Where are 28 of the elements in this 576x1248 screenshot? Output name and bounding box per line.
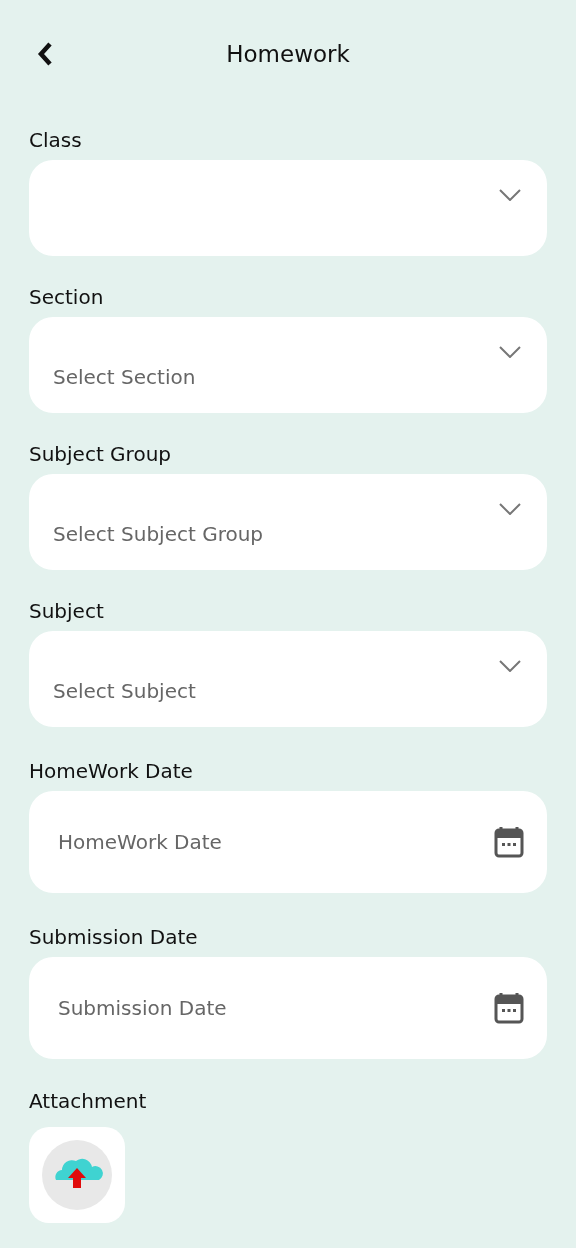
placeholder-text: Submission Date [58, 996, 227, 1020]
chevron-down-icon [499, 660, 521, 672]
chevron-down-icon [499, 189, 521, 201]
field-label: Section [29, 285, 105, 309]
dropdown-field[interactable]: Select Subject [29, 631, 547, 727]
dropdown-field[interactable]: Select Section [29, 317, 547, 413]
field-label: HomeWork Date [29, 759, 194, 783]
calendar-icon [494, 826, 524, 858]
field-label: Class [29, 128, 83, 152]
dropdown-field[interactable]: Select Subject Group [29, 474, 547, 570]
field-label: Submission Date [29, 925, 199, 949]
placeholder-text: Select Subject [53, 679, 196, 703]
field-label: Subject [29, 599, 105, 623]
cloud-upload-icon [42, 1140, 112, 1210]
upload-button[interactable] [29, 1127, 125, 1223]
page-title: Homework [226, 40, 350, 68]
date-field[interactable]: Submission Date [29, 957, 547, 1059]
dropdown-field[interactable] [29, 160, 547, 256]
chevron-down-icon [499, 346, 521, 358]
field-label: Subject Group [29, 442, 172, 466]
field-label: Attachment [29, 1089, 148, 1113]
chevron-down-icon [499, 503, 521, 515]
placeholder-text: HomeWork Date [58, 830, 222, 854]
placeholder-text: Select Section [53, 365, 196, 389]
back-icon [37, 42, 53, 66]
placeholder-text: Select Subject Group [53, 522, 264, 546]
calendar-icon [494, 992, 524, 1024]
date-field[interactable]: HomeWork Date [29, 791, 547, 893]
